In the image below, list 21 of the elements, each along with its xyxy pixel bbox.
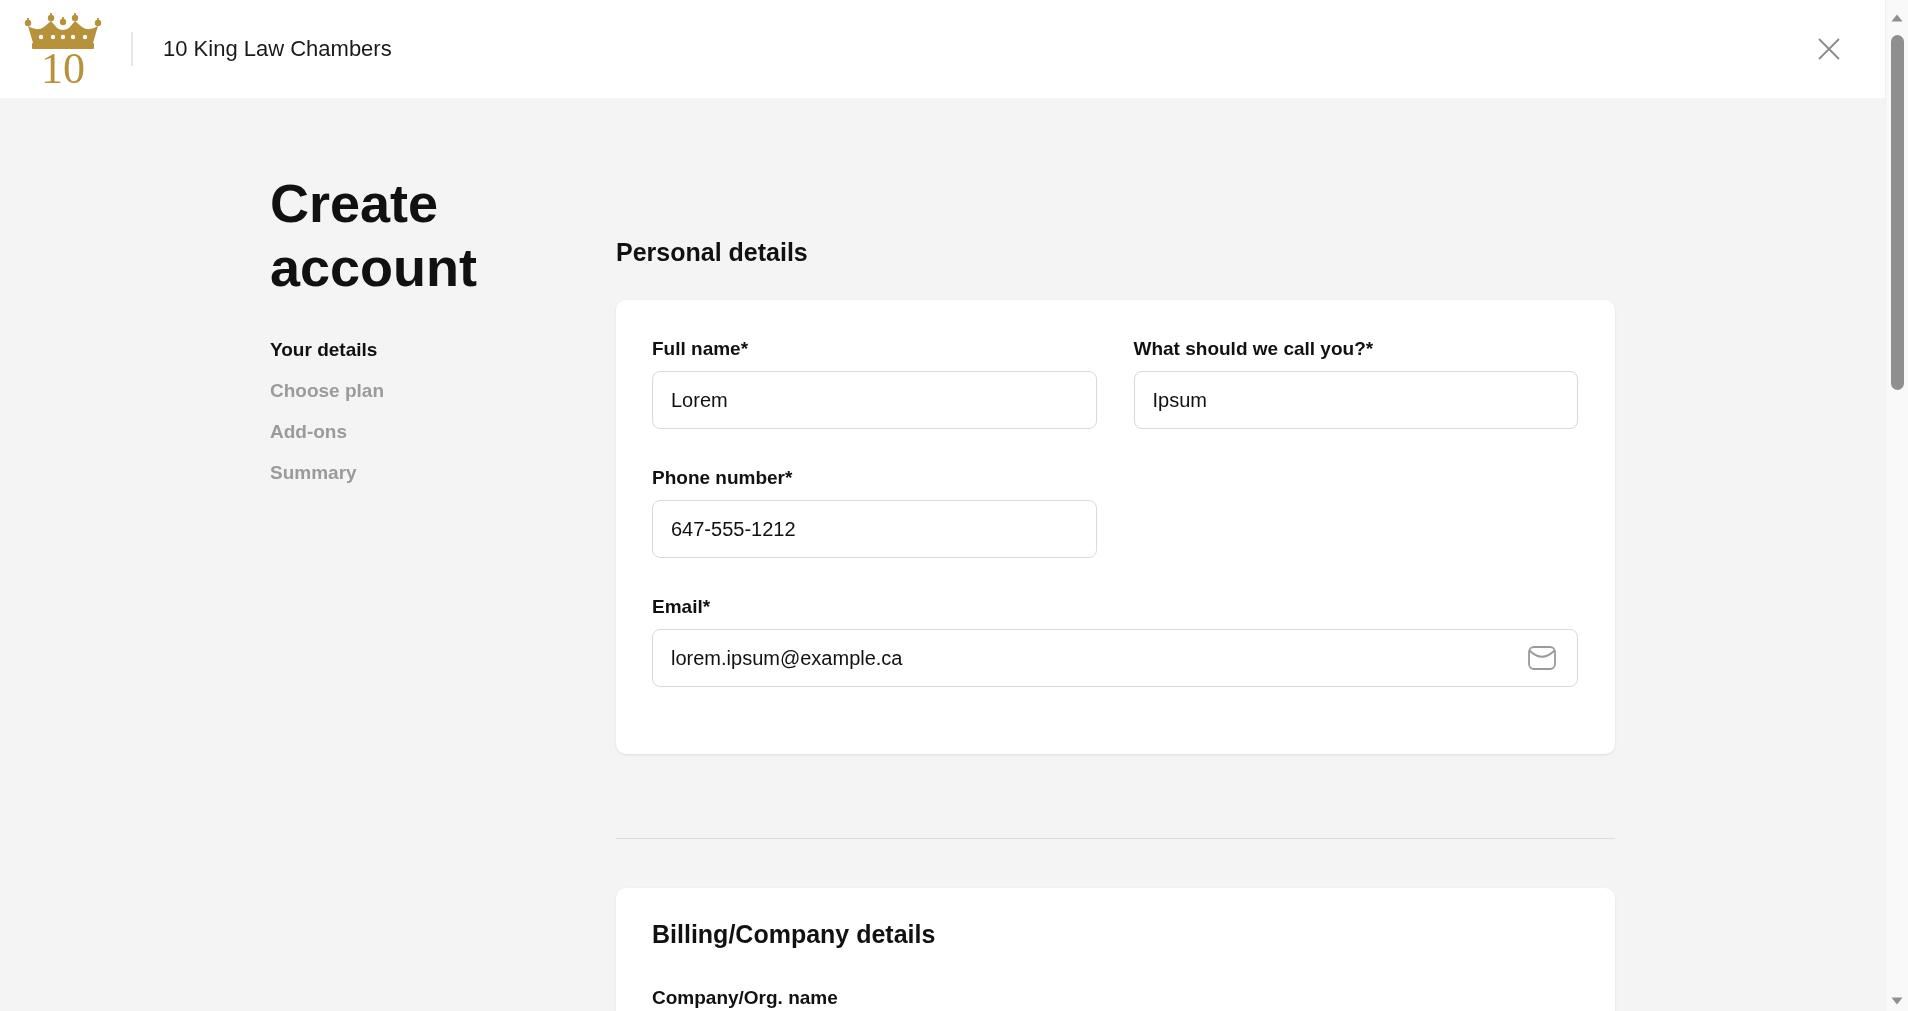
up-arrow-icon[interactable] <box>1891 14 1903 22</box>
envelope-icon <box>1528 646 1556 670</box>
down-arrow-icon[interactable] <box>1891 997 1903 1005</box>
page-title: Create account <box>270 172 479 299</box>
section-title: Personal details <box>616 237 808 268</box>
field-label: Company/Org. name <box>652 986 838 1010</box>
text-field[interactable]: Lorem <box>652 371 1097 429</box>
field-label: Phone number* <box>652 466 793 490</box>
scrollbar[interactable] <box>1885 0 1908 1011</box>
close-icon[interactable] <box>1818 38 1840 60</box>
phone-field[interactable]: 647-555-1212 <box>652 500 1097 558</box>
field-label: Full name* <box>652 337 749 361</box>
field-label: Email* <box>652 595 711 619</box>
app-title: 10 King Law Chambers <box>163 35 392 63</box>
logo: 10 <box>23 13 103 85</box>
step-item[interactable]: Your details <box>270 329 378 370</box>
email-field[interactable]: lorem.ipsum@example.ca <box>652 629 1578 687</box>
scrollbar-thumb[interactable] <box>1890 35 1904 390</box>
text-field[interactable]: Ipsum <box>1133 371 1578 429</box>
field-label: What should we call you?* <box>1133 337 1374 361</box>
section-title: Billing/Company details <box>652 919 936 950</box>
